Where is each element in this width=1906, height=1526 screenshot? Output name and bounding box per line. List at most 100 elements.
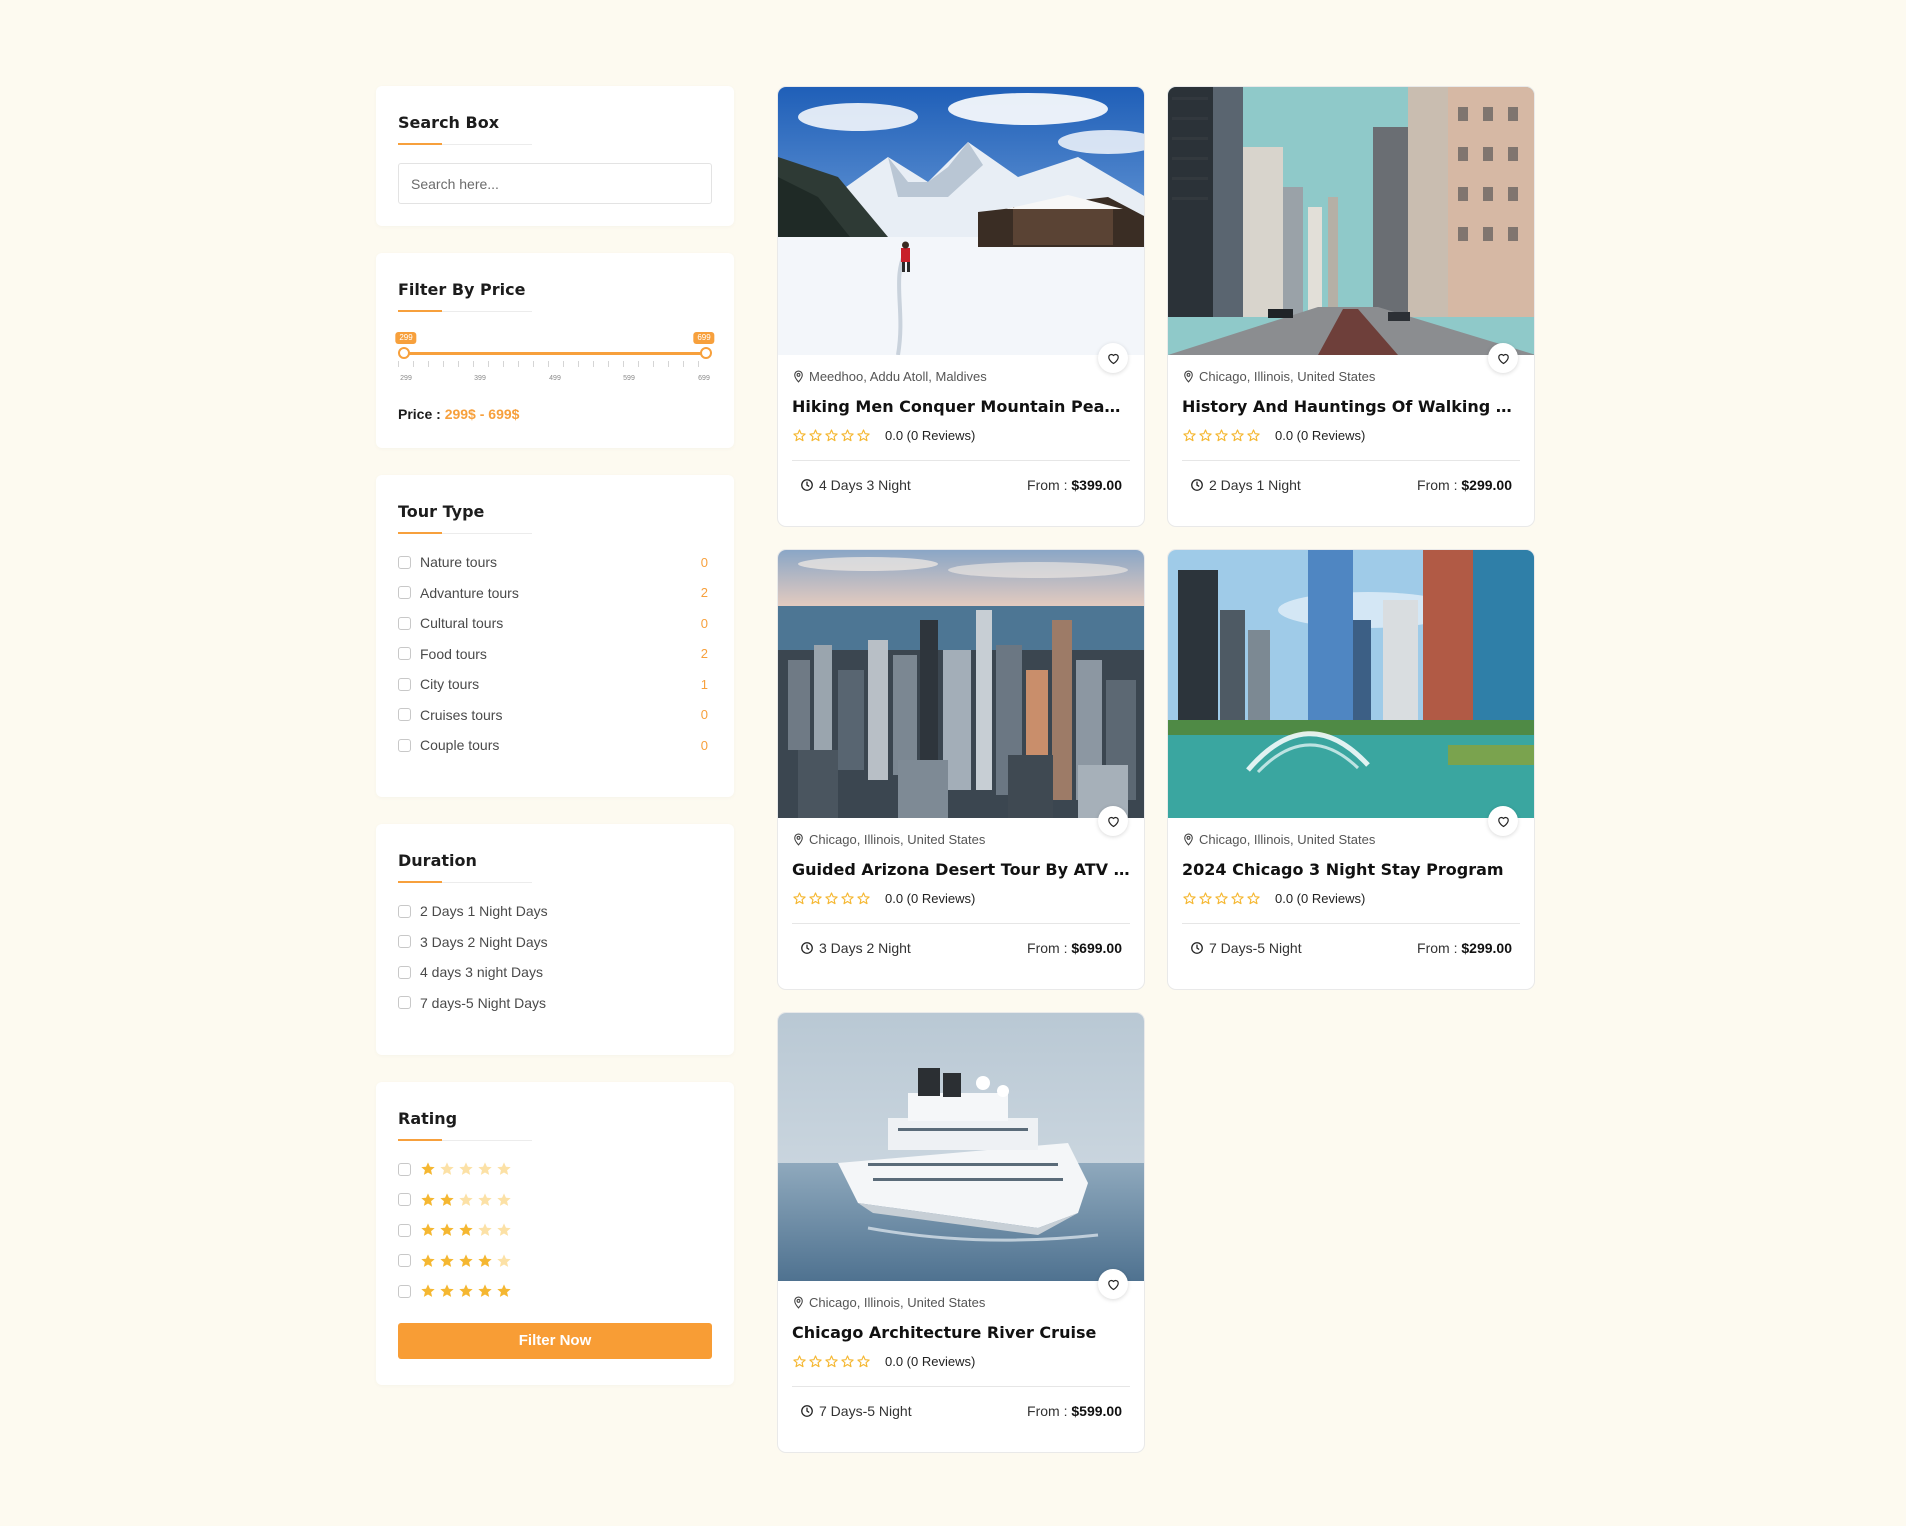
- checkbox[interactable]: [398, 708, 411, 722]
- star-outline-icon: [808, 428, 823, 443]
- tour-card[interactable]: Chicago, Illinois, United States History…: [1167, 86, 1535, 527]
- price-max-handle[interactable]: [700, 347, 712, 359]
- tour-type-option[interactable]: Nature tours 0: [398, 547, 712, 578]
- price-tick-label: 399: [474, 375, 486, 382]
- duration-option[interactable]: 2 Days 1 Night Days: [398, 896, 712, 927]
- checkbox[interactable]: [398, 616, 411, 630]
- tour-price-value: $599.00: [1071, 1403, 1122, 1419]
- checkbox[interactable]: [398, 1162, 411, 1176]
- tour-card[interactable]: Chicago, Illinois, United States 2024 Ch…: [1167, 549, 1535, 990]
- checkbox[interactable]: [398, 996, 411, 1010]
- duration-label: 2 Days 1 Night Days: [420, 903, 548, 920]
- tour-image-snowy-mountain[interactable]: [778, 87, 1144, 355]
- tour-card[interactable]: Meedhoo, Addu Atoll, Maldives Hiking Men…: [777, 86, 1145, 527]
- filter-now-button[interactable]: Filter Now: [398, 1322, 712, 1359]
- checkbox[interactable]: [398, 965, 411, 979]
- checkbox[interactable]: [398, 677, 411, 691]
- duration-widget: Duration 2 Days 1 Night Days 3 Days 2 Ni…: [376, 824, 734, 1055]
- star-outline-icon: [1230, 891, 1245, 906]
- wishlist-button[interactable]: [1098, 806, 1128, 836]
- checkbox[interactable]: [398, 1254, 411, 1268]
- checkbox[interactable]: [398, 555, 411, 569]
- tour-type-option[interactable]: Food tours 2: [398, 639, 712, 670]
- tour-duration-text: 3 Days 2 Night: [819, 940, 911, 956]
- star-outline-icon: [1246, 428, 1261, 443]
- rating-stars: [420, 1253, 512, 1269]
- tour-location: Chicago, Illinois, United States: [792, 831, 1130, 847]
- price-range-track: [402, 352, 708, 355]
- tour-title[interactable]: Hiking Men Conquer Mountain Peak...: [792, 397, 1130, 416]
- tour-type-count: 0: [700, 737, 708, 753]
- price-range-slider[interactable]: 299 699 299 399 499 599 699: [395, 332, 715, 396]
- checkbox[interactable]: [398, 647, 411, 661]
- wishlist-button[interactable]: [1098, 343, 1128, 373]
- wishlist-button[interactable]: [1488, 343, 1518, 373]
- tour-type-option[interactable]: Advanture tours 2: [398, 578, 712, 609]
- tour-title[interactable]: History And Hauntings Of Walking Tour: [1182, 397, 1520, 416]
- star-outline-icon: [1182, 428, 1197, 443]
- checkbox[interactable]: [398, 1193, 411, 1207]
- star-outline-icon: [1182, 891, 1197, 906]
- star-icon: [477, 1192, 493, 1208]
- tour-type-option[interactable]: Cruises tours 0: [398, 700, 712, 731]
- tour-title[interactable]: 2024 Chicago 3 Night Stay Program: [1182, 860, 1520, 879]
- price-min-handle[interactable]: [398, 347, 410, 359]
- rating-option-3[interactable]: [398, 1215, 712, 1246]
- checkbox[interactable]: [398, 1284, 411, 1298]
- wishlist-button[interactable]: [1488, 806, 1518, 836]
- rating-option-1[interactable]: [398, 1154, 712, 1185]
- checkbox[interactable]: [398, 904, 411, 918]
- tour-location: Chicago, Illinois, United States: [1182, 831, 1520, 847]
- star-icon: [496, 1283, 512, 1299]
- tour-image-river-fountain[interactable]: [1168, 550, 1534, 818]
- star-outline-icon: [792, 1354, 807, 1369]
- rating-option-2[interactable]: [398, 1185, 712, 1216]
- checkbox[interactable]: [398, 935, 411, 949]
- tour-type-option[interactable]: City tours 1: [398, 669, 712, 700]
- tour-type-label: Food tours: [420, 645, 487, 662]
- checkbox[interactable]: [398, 738, 411, 752]
- tour-location-text: Chicago, Illinois, United States: [1199, 831, 1376, 847]
- search-input[interactable]: [398, 163, 712, 204]
- checkbox[interactable]: [398, 586, 411, 600]
- star-outline-icon: [856, 1354, 871, 1369]
- tour-card-footer: 3 Days 2 Night From : $699.00: [792, 924, 1130, 972]
- tour-type-count: 2: [700, 646, 708, 662]
- star-icon: [458, 1253, 474, 1269]
- heart-icon: [1106, 351, 1121, 366]
- tour-image-aerial-skyline[interactable]: [778, 550, 1144, 818]
- wishlist-button[interactable]: [1098, 1269, 1128, 1299]
- duration-option[interactable]: 3 Days 2 Night Days: [398, 927, 712, 958]
- tour-rating: 0.0 (0 Reviews): [792, 891, 1130, 906]
- tour-title[interactable]: Guided Arizona Desert Tour By ATV Tour: [792, 860, 1130, 879]
- tour-type-option[interactable]: Cultural tours 0: [398, 608, 712, 639]
- location-pin-icon: [1182, 370, 1195, 383]
- rating-option-5[interactable]: [398, 1276, 712, 1307]
- tour-type-count: 1: [700, 676, 708, 692]
- search-widget-title: Search Box: [398, 113, 712, 145]
- tour-image-city-street[interactable]: [1168, 87, 1534, 355]
- rating-stars: [792, 891, 871, 906]
- rating-option-4[interactable]: [398, 1246, 712, 1277]
- tour-type-widget: Tour Type Nature tours 0 Advanture tours 2…: [376, 475, 734, 797]
- tour-price-value: $299.00: [1461, 940, 1512, 956]
- tour-card-body: Chicago, Illinois, United States Guided …: [778, 818, 1144, 972]
- tour-title[interactable]: Chicago Architecture River Cruise: [792, 1323, 1130, 1342]
- star-outline-icon: [840, 891, 855, 906]
- tour-duration-text: 7 Days-5 Night: [1209, 940, 1302, 956]
- duration-option[interactable]: 4 days 3 night Days: [398, 957, 712, 988]
- tour-type-list: Nature tours 0 Advanture tours 2 Cultural …: [398, 547, 712, 761]
- tour-type-count: 0: [700, 615, 708, 631]
- star-icon: [458, 1222, 474, 1238]
- checkbox[interactable]: [398, 1223, 411, 1237]
- tour-card[interactable]: Chicago, Illinois, United States Guided …: [777, 549, 1145, 990]
- tour-price: From : $299.00: [1417, 940, 1512, 956]
- duration-option[interactable]: 7 days-5 Night Days: [398, 988, 712, 1019]
- price-summary: Price : 299$ - 699$: [398, 406, 712, 422]
- star-outline-icon: [840, 428, 855, 443]
- tour-type-option[interactable]: Couple tours 0: [398, 730, 712, 761]
- tour-image-cruise-ship[interactable]: [778, 1013, 1144, 1281]
- tour-card[interactable]: Chicago, Illinois, United States Chicago…: [777, 1012, 1145, 1453]
- tour-price: From : $399.00: [1027, 477, 1122, 493]
- tour-location-text: Meedhoo, Addu Atoll, Maldives: [809, 368, 987, 384]
